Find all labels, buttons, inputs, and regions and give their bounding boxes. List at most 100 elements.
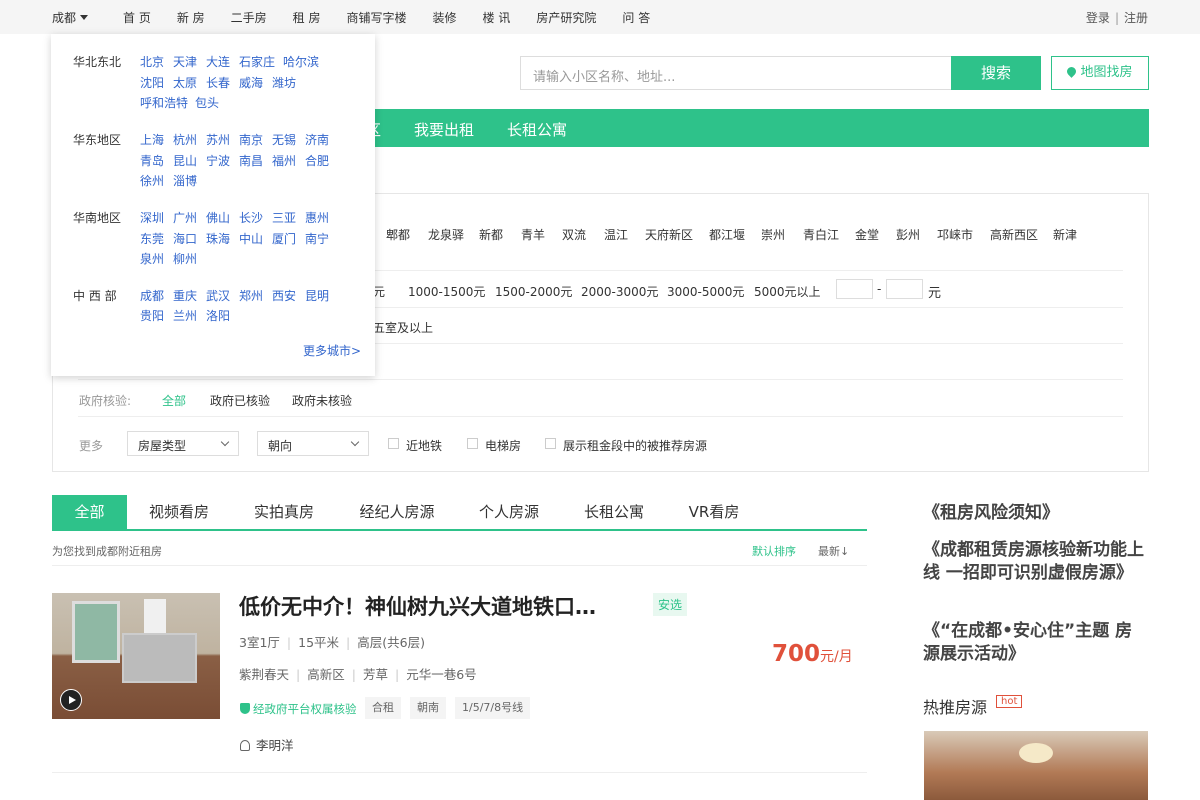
city-link[interactable]: 珠海 <box>206 230 230 247</box>
city-link[interactable]: 重庆 <box>173 287 197 304</box>
tab-personal[interactable]: 个人房源 <box>465 495 553 529</box>
register-link[interactable]: 注册 <box>1124 11 1148 25</box>
city-link[interactable]: 泉州 <box>140 250 164 267</box>
price-option[interactable]: 1500-2000元 <box>495 283 572 300</box>
city-link[interactable]: 柳州 <box>173 250 197 267</box>
sidebar-link-risk[interactable]: 《租房风险须知》 <box>923 502 1149 525</box>
price-option[interactable]: 1000-1500元 <box>408 283 485 300</box>
city-link[interactable]: 济南 <box>305 131 329 148</box>
top-nav-second-hand[interactable]: 二手房 <box>218 9 280 26</box>
listing-photo[interactable] <box>52 593 220 719</box>
search-input[interactable]: 请输入小区名称、地址... <box>520 56 952 90</box>
district-option[interactable]: 温江 <box>604 226 628 243</box>
sidebar-link-event[interactable]: 《“在成都•安心住”主题 房源展示活动》 <box>923 620 1149 666</box>
city-link[interactable]: 海口 <box>173 230 197 247</box>
city-link[interactable]: 福州 <box>272 152 296 169</box>
price-option[interactable]: 5000元以上 <box>754 283 821 300</box>
tab-agent[interactable]: 经纪人房源 <box>347 495 447 529</box>
city-link[interactable]: 洛阳 <box>206 307 230 324</box>
gov-verify-verified[interactable]: 政府已核验 <box>210 392 270 409</box>
city-link[interactable]: 广州 <box>173 209 197 226</box>
top-nav-commercial[interactable]: 商铺写字楼 <box>334 9 420 26</box>
map-search-button[interactable]: 地图找房 <box>1051 56 1149 90</box>
district-option[interactable]: 高新西区 <box>990 226 1038 243</box>
city-link[interactable]: 长沙 <box>239 209 263 226</box>
price-max-input[interactable] <box>886 279 923 299</box>
login-link[interactable]: 登录 <box>1086 11 1110 25</box>
district-option[interactable]: 崇州 <box>761 226 785 243</box>
city-link[interactable]: 惠州 <box>305 209 329 226</box>
city-link[interactable]: 呼和浩特 <box>140 94 188 111</box>
city-link[interactable]: 深圳 <box>140 209 164 226</box>
city-link[interactable]: 南昌 <box>239 152 263 169</box>
room-option-partial[interactable]: 五室及以上 <box>373 319 433 336</box>
city-link[interactable]: 上海 <box>140 131 164 148</box>
city-link[interactable]: 南宁 <box>305 230 329 247</box>
main-nav-list-rental[interactable]: 我要出租 <box>414 119 474 140</box>
city-link[interactable]: 合肥 <box>305 152 329 169</box>
district-option[interactable]: 龙泉驿 <box>428 226 464 243</box>
city-link[interactable]: 天津 <box>173 53 197 70</box>
city-link[interactable]: 中山 <box>239 230 263 247</box>
city-link[interactable]: 苏州 <box>206 131 230 148</box>
listing-title[interactable]: 低价无中介！神仙树九兴大道地铁口… <box>239 591 596 621</box>
top-nav-home[interactable]: 首 页 <box>110 9 164 26</box>
city-link[interactable]: 兰州 <box>173 307 197 324</box>
listing-agent[interactable]: 李明洋 <box>240 735 294 754</box>
tab-vr[interactable]: VR看房 <box>674 495 754 529</box>
city-link[interactable]: 佛山 <box>206 209 230 226</box>
hot-listing-photo[interactable] <box>924 731 1148 800</box>
city-link[interactable]: 昆山 <box>173 152 197 169</box>
house-type-select[interactable]: 房屋类型 <box>127 431 239 456</box>
orientation-select[interactable]: 朝向 <box>257 431 369 456</box>
metro-checkbox[interactable] <box>388 438 399 449</box>
district-option[interactable]: 青羊 <box>521 226 545 243</box>
city-link[interactable]: 三亚 <box>272 209 296 226</box>
city-link[interactable]: 大连 <box>206 53 230 70</box>
top-nav-decoration[interactable]: 装修 <box>420 9 470 26</box>
listing-area-name[interactable]: 芳草 <box>363 667 388 682</box>
city-link[interactable]: 长春 <box>206 74 230 91</box>
city-link[interactable]: 沈阳 <box>140 74 164 91</box>
city-link[interactable]: 杭州 <box>173 131 197 148</box>
price-option[interactable]: 3000-5000元 <box>667 283 744 300</box>
city-link[interactable]: 无锡 <box>272 131 296 148</box>
city-link[interactable]: 北京 <box>140 53 164 70</box>
more-cities-link[interactable]: 更多城市> <box>303 342 361 359</box>
gov-verify-unverified[interactable]: 政府未核验 <box>292 392 352 409</box>
sidebar-link-verify[interactable]: 《成都租赁房源核验新功能上线 一招即可识别虚假房源》 <box>923 539 1149 585</box>
city-link[interactable]: 包头 <box>195 94 219 111</box>
tab-real-photo[interactable]: 实拍真房 <box>240 495 328 529</box>
city-link[interactable]: 淄博 <box>173 172 197 189</box>
sort-newest[interactable]: 最新↓ <box>818 543 849 559</box>
play-icon[interactable] <box>60 689 82 711</box>
city-link[interactable]: 东莞 <box>140 230 164 247</box>
city-link[interactable]: 西安 <box>272 287 296 304</box>
district-option[interactable]: 都江堰 <box>709 226 745 243</box>
listing-community[interactable]: 紫荆春天 <box>239 667 289 682</box>
district-option[interactable]: 金堂 <box>855 226 879 243</box>
price-option[interactable]: 2000-3000元 <box>581 283 658 300</box>
sort-default[interactable]: 默认排序 <box>752 543 796 559</box>
district-option[interactable]: 天府新区 <box>645 226 693 243</box>
city-link[interactable]: 成都 <box>140 287 164 304</box>
top-nav-rent[interactable]: 租 房 <box>280 9 334 26</box>
city-link[interactable]: 南京 <box>239 131 263 148</box>
gov-verify-all[interactable]: 全部 <box>162 392 186 409</box>
city-link[interactable]: 郑州 <box>239 287 263 304</box>
district-option[interactable]: 青白江 <box>803 226 839 243</box>
top-nav-news[interactable]: 楼 讯 <box>470 9 524 26</box>
city-link[interactable]: 徐州 <box>140 172 164 189</box>
city-link[interactable]: 太原 <box>173 74 197 91</box>
price-min-input[interactable] <box>836 279 873 299</box>
city-link[interactable]: 青岛 <box>140 152 164 169</box>
city-switcher[interactable]: 成都 <box>52 9 89 26</box>
district-option[interactable]: 邛崃市 <box>937 226 973 243</box>
recommended-checkbox[interactable] <box>545 438 556 449</box>
city-link[interactable]: 哈尔滨 <box>283 53 319 70</box>
listing-district[interactable]: 高新区 <box>307 667 345 682</box>
district-option[interactable]: 新津 <box>1053 226 1077 243</box>
city-link[interactable]: 昆明 <box>305 287 329 304</box>
city-link[interactable]: 厦门 <box>272 230 296 247</box>
city-link[interactable]: 武汉 <box>206 287 230 304</box>
